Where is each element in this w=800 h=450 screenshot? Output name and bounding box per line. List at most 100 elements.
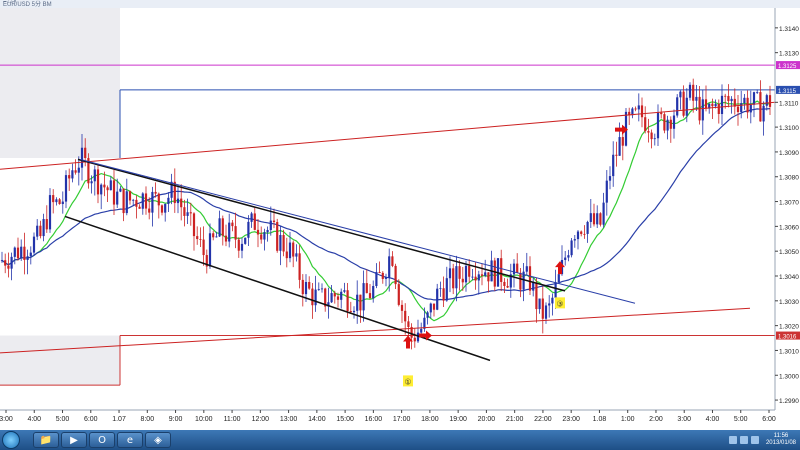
explorer-button[interactable]: 📁 (33, 432, 59, 448)
candle-body (212, 233, 215, 238)
candle-body (672, 115, 676, 129)
candle-body (548, 303, 551, 306)
candle-body (519, 272, 522, 290)
price-label: 1.3000 (779, 373, 799, 380)
candle-body (253, 213, 256, 230)
price-label: 1.3070 (779, 200, 799, 207)
clock[interactable]: 11:56 2013/01/08 (766, 433, 796, 447)
start-button[interactable] (2, 431, 20, 449)
time-label: 1.08 (593, 416, 607, 423)
candle-body (442, 288, 445, 301)
candle-body (692, 84, 695, 101)
candle-body (112, 180, 116, 205)
price-label: 1.3010 (779, 348, 799, 355)
candle-body (740, 103, 743, 113)
candle-body (285, 251, 288, 259)
candle-body (704, 99, 708, 109)
candle-body (407, 321, 410, 327)
candle-body (45, 219, 48, 230)
candle-body (618, 137, 621, 156)
candle-body (580, 231, 583, 234)
office-button[interactable]: O (89, 432, 115, 448)
candle-body (653, 138, 656, 140)
clock-date: 2013/01/08 (765, 440, 796, 446)
candle-body (247, 221, 250, 238)
browser-button[interactable]: e (117, 432, 143, 448)
price-label: 1.3110 (779, 100, 799, 107)
candle-body (439, 288, 442, 290)
candle-body (525, 266, 528, 272)
candle-body (493, 260, 496, 287)
candle-body (599, 213, 602, 225)
candle-body (538, 298, 541, 310)
candle-body (244, 237, 247, 244)
annotation-label-0: ① (404, 377, 411, 386)
price-label: 1.3020 (779, 324, 799, 331)
candle-body (74, 170, 77, 173)
candle-body (356, 294, 359, 311)
time-label: 3:00 (677, 416, 691, 423)
candle-body (55, 199, 58, 203)
volume-icon[interactable] (739, 436, 748, 444)
candle-body (464, 265, 468, 283)
candle-body (445, 278, 448, 301)
candle-body (68, 175, 71, 179)
candle-body (458, 266, 461, 279)
candle-body (32, 236, 36, 253)
candle-body (240, 243, 244, 251)
candle-body (528, 266, 532, 291)
candle-body (84, 147, 87, 159)
candle-body (135, 199, 138, 207)
flag-icon[interactable] (750, 436, 759, 444)
candle-body (26, 256, 29, 260)
candle-body (106, 187, 109, 191)
candle-body (586, 221, 589, 234)
candle-body (125, 191, 128, 214)
price-label: 1.3140 (779, 26, 799, 33)
candle-body (551, 297, 554, 304)
media-player-button[interactable]: ▶ (61, 432, 87, 448)
candle-body (186, 212, 189, 216)
candle-body (144, 193, 148, 209)
network-icon[interactable] (728, 436, 737, 444)
candle-body (426, 312, 429, 318)
candle-body (148, 208, 151, 213)
candle-body (381, 272, 384, 279)
candle-body (196, 236, 199, 240)
price-chart[interactable]: 1.3140 1.3130 1.3110 1.3100 1.3090 1.3080 1.30… (0, 0, 800, 430)
time-label: 5:00 (734, 416, 748, 423)
candle-body (535, 282, 538, 310)
candle-body (583, 233, 586, 235)
candle-body (701, 99, 704, 121)
time-label: 1.07 (112, 416, 126, 423)
browser-icon: e (126, 434, 134, 446)
candle-body (621, 137, 624, 146)
candle-body (311, 288, 314, 306)
candle-body (308, 281, 311, 289)
candle-body (436, 288, 439, 310)
candle-body (96, 169, 100, 195)
candle-body (215, 236, 218, 238)
candle-body (231, 222, 234, 227)
candle-body (48, 195, 52, 230)
candle-body (189, 212, 192, 214)
candle-body (61, 201, 64, 205)
candle-body (605, 180, 608, 203)
candle-body (13, 247, 16, 257)
time-label: 1:00 (621, 416, 635, 423)
candle-body (266, 229, 269, 233)
candle-body (304, 281, 308, 295)
price-label: 1.3060 (779, 224, 799, 231)
explorer-icon: 📁 (39, 434, 53, 446)
candle-body (221, 218, 224, 236)
trading-app-button[interactable]: ◈ (145, 432, 171, 448)
candle-body (295, 253, 298, 257)
candle-body (404, 310, 407, 322)
candle-body (346, 290, 349, 312)
candle-body (4, 260, 7, 266)
candle-body (52, 195, 55, 203)
windows-taskbar: 📁 ▶ O e ◈ 11:56 2013/01/08 (0, 430, 800, 450)
candle-body (394, 265, 397, 285)
time-label: 17:00 (393, 416, 411, 423)
candle-body (637, 105, 640, 110)
